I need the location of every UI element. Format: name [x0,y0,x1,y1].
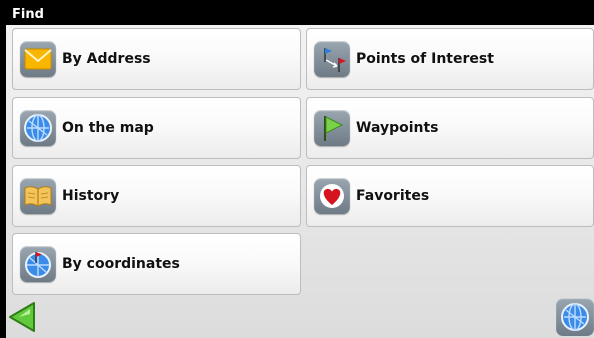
waypoints-label: Waypoints [356,120,439,136]
by-coordinates-label: By coordinates [62,256,180,272]
find-screen: Find By Address Points of Interest On th… [0,0,594,338]
footer-bar [6,298,594,338]
open-book-icon [20,178,56,214]
globe-pin-icon [20,246,56,282]
map-view-button[interactable] [556,298,594,336]
history-label: History [62,188,120,204]
window-title: Find [6,5,594,25]
back-button[interactable] [6,300,38,334]
back-arrow-icon [9,302,35,332]
green-flag-icon [314,110,350,146]
history-button[interactable]: History [12,165,301,227]
points-of-interest-button[interactable]: Points of Interest [306,28,594,90]
envelope-icon [20,41,56,77]
by-address-button[interactable]: By Address [12,28,301,90]
find-menu-panel: By Address Points of Interest On the map… [6,25,594,338]
favorites-button[interactable]: Favorites [306,165,594,227]
by-address-label: By Address [62,51,151,67]
by-coordinates-button[interactable]: By coordinates [12,233,301,295]
on-the-map-label: On the map [62,120,154,136]
on-the-map-button[interactable]: On the map [12,97,301,159]
waypoints-button[interactable]: Waypoints [306,97,594,159]
points-of-interest-label: Points of Interest [356,51,494,67]
favorites-label: Favorites [356,188,430,204]
heart-icon [314,178,350,214]
globe-icon [561,303,589,331]
poi-flags-icon [314,41,350,77]
globe-icon [20,110,56,146]
